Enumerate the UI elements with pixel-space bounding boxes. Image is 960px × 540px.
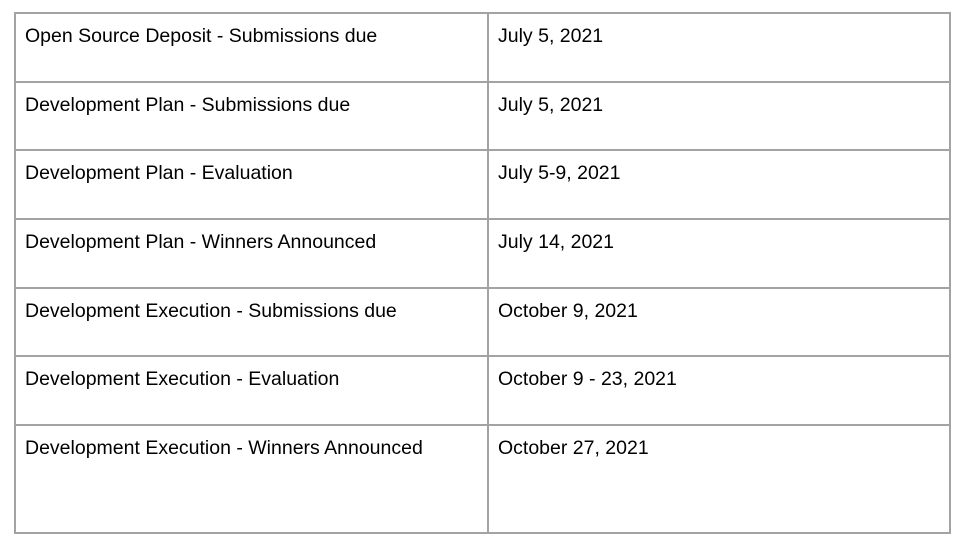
date-cell: July 5, 2021 [487,12,951,83]
event-cell: Development Plan - Submissions due [14,80,489,152]
event-cell: Development Execution - Evaluation [14,355,489,427]
table-row: Development Plan - Evaluation July 5-9, 2… [14,149,951,221]
event-cell: Development Plan - Winners Announced [14,218,489,289]
table-row: Development Plan - Submissions due July 5… [14,80,951,152]
event-cell: Development Execution - Winners Announce… [14,424,489,535]
table-row: Open Source Deposit - Submissions due Jul… [14,12,951,83]
schedule-table: Open Source Deposit - Submissions due Jul… [14,12,951,535]
event-cell: Open Source Deposit - Submissions due [14,12,489,83]
date-cell: October 9 - 23, 2021 [487,355,951,427]
date-cell: July 5, 2021 [487,80,951,152]
date-cell: July 5-9, 2021 [487,149,951,221]
date-cell: July 14, 2021 [487,218,951,289]
table-row: Development Execution - Winners Announce… [14,424,951,535]
date-cell: October 27, 2021 [487,424,951,535]
table-row: Development Execution - Evaluation Octobe… [14,355,951,427]
date-cell: October 9, 2021 [487,286,951,358]
event-cell: Development Plan - Evaluation [14,149,489,221]
event-cell: Development Execution - Submissions due [14,286,489,358]
table-row: Development Plan - Winners Announced July… [14,218,951,289]
table-row: Development Execution - Submissions due O… [14,286,951,358]
